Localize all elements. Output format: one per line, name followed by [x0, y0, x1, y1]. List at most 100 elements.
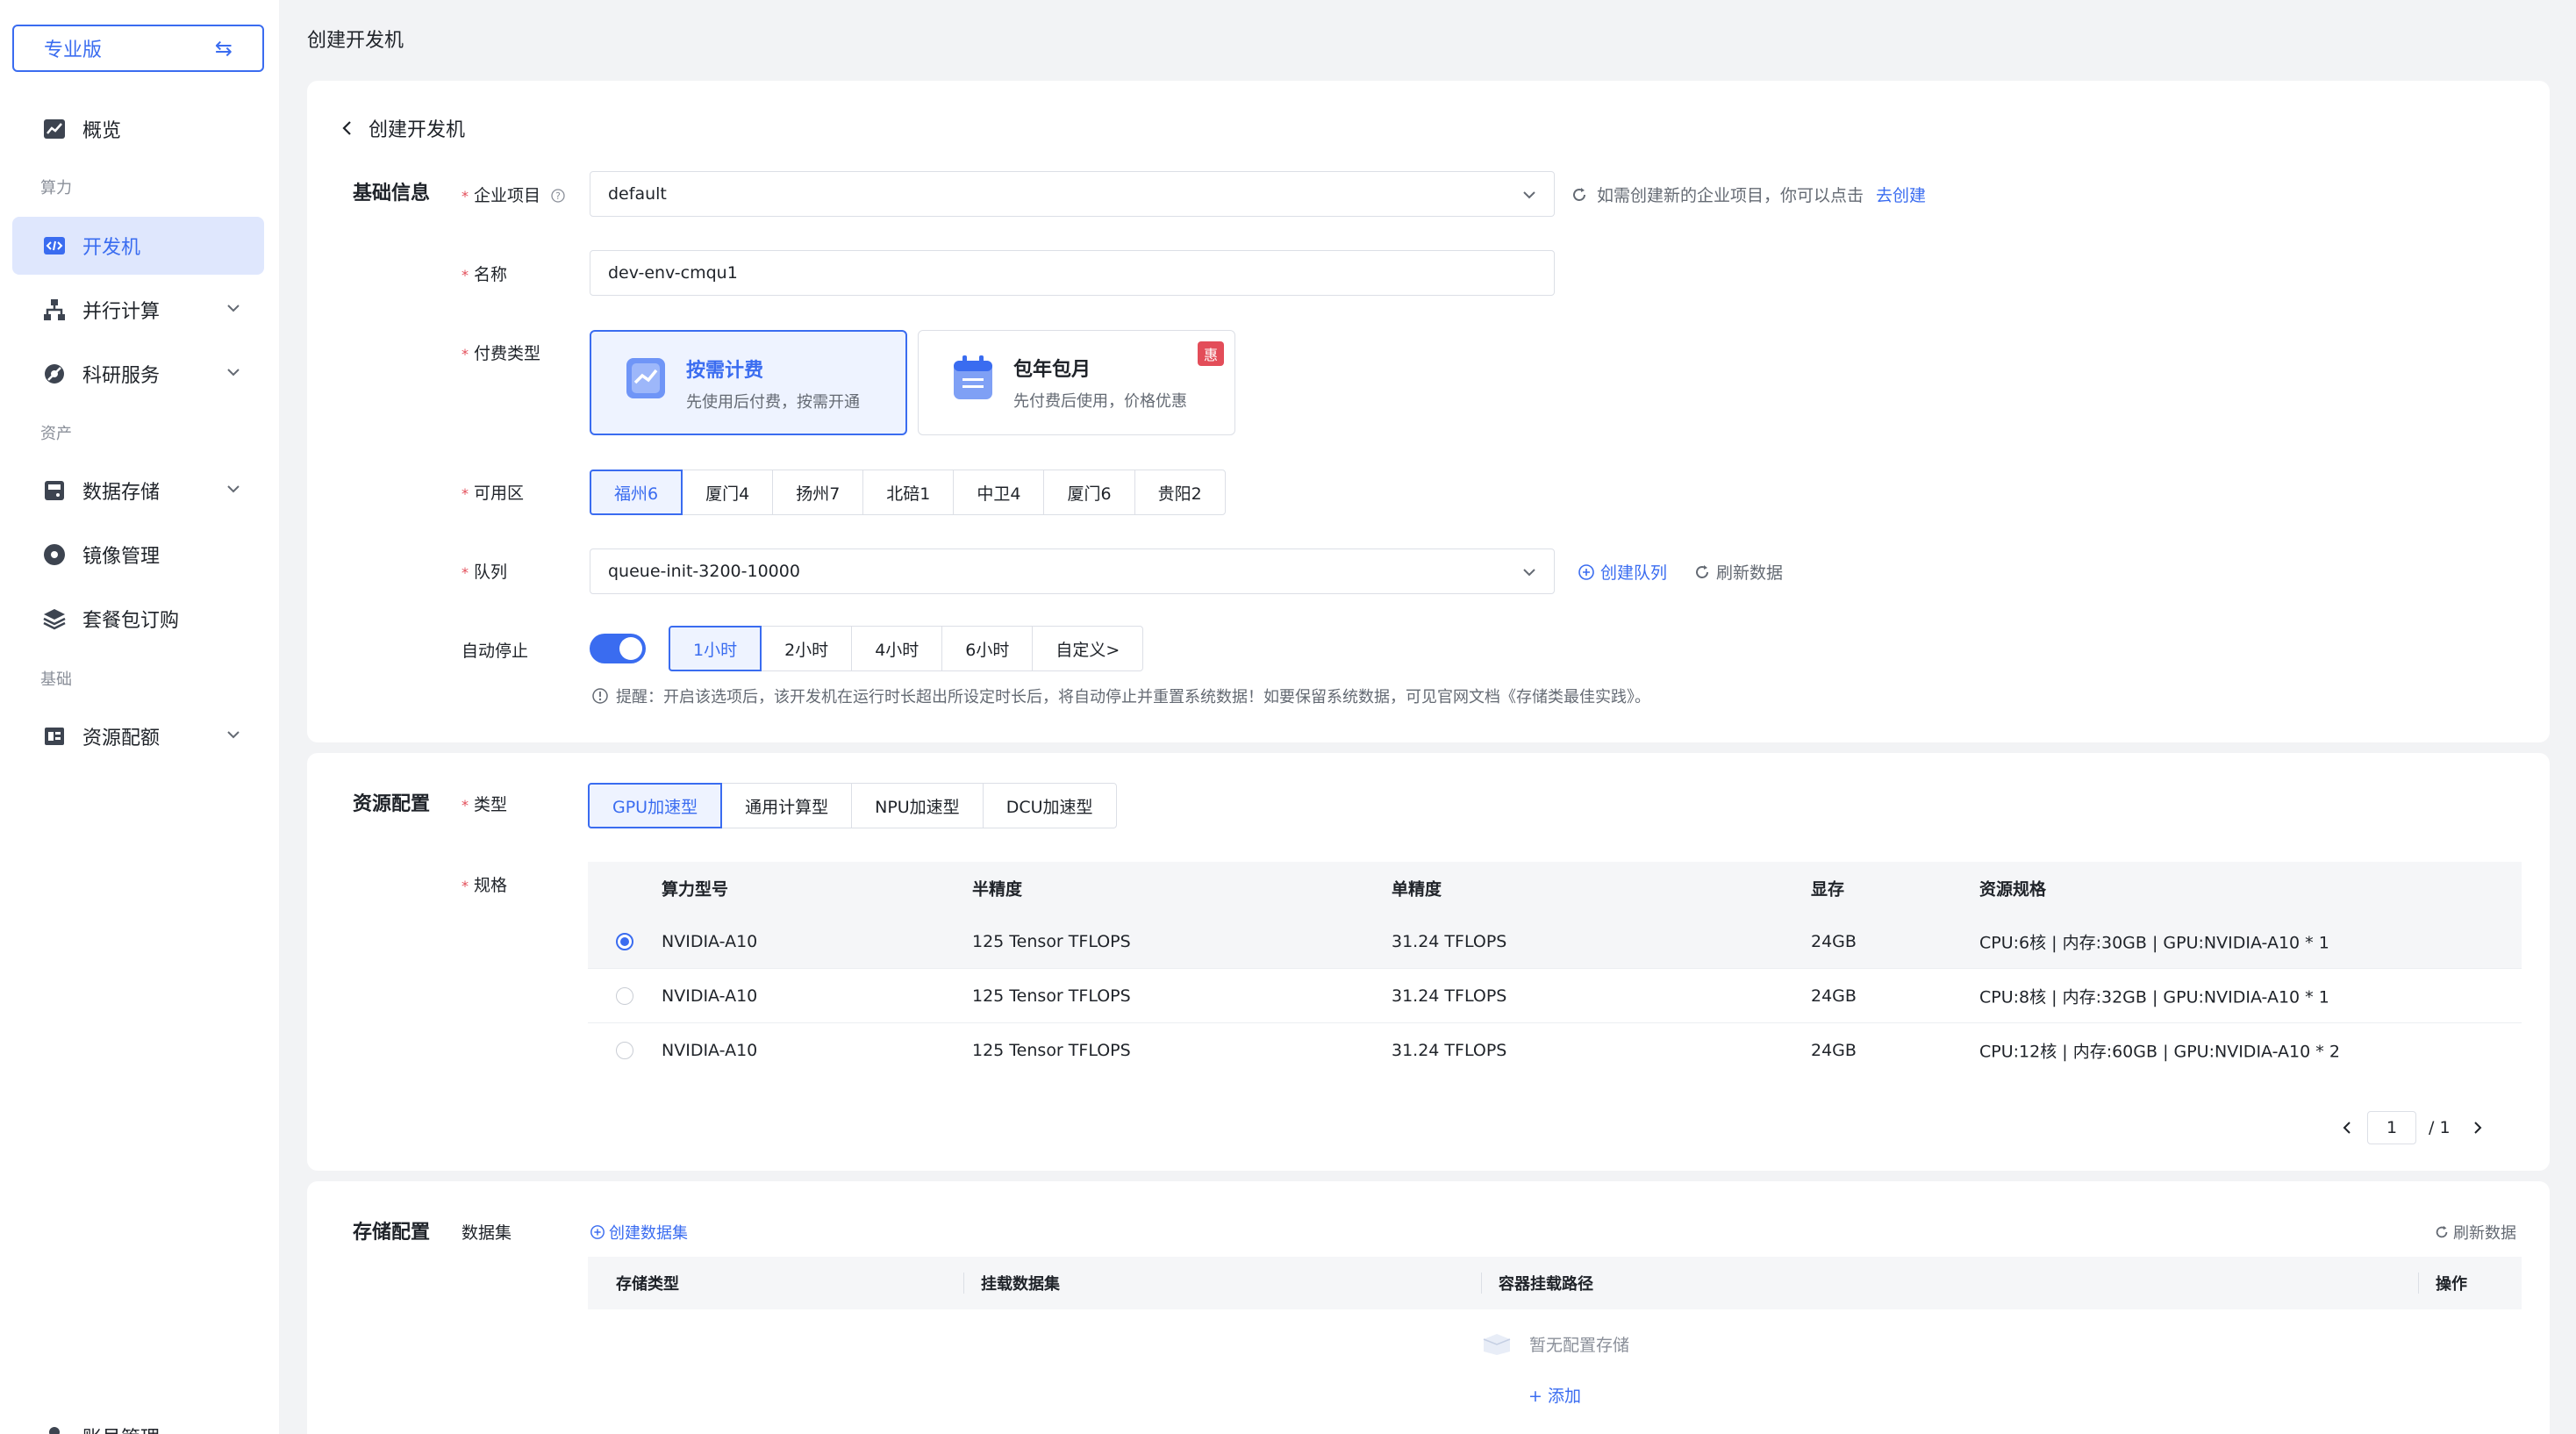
table-row[interactable]: NVIDIA-A10 125 Tensor TFLOPS 31.24 TFLOP… — [588, 1023, 2522, 1078]
name-label-text: 名称 — [474, 265, 508, 284]
sidebar-item-label: 资源配额 — [82, 728, 161, 749]
row-radio[interactable] — [616, 986, 633, 1005]
sidebar-item-label: 数据存储 — [82, 482, 161, 504]
discount-badge: 惠 — [1198, 341, 1224, 366]
zone-option[interactable]: 厦门4 — [682, 470, 774, 515]
sidebar-item-parallel[interactable]: 并行计算 — [12, 281, 264, 339]
table-header: 存储类型 挂载数据集 容器挂载路径 操作 — [588, 1257, 2522, 1309]
storage-config-card: 存储配置 数据集 创建数据集 刷新数据 存储类型 挂载数据集 容器挂载路径 操作… — [307, 1181, 2550, 1434]
edition-label: 专业版 — [44, 39, 103, 61]
sidebar-item-dev-machine[interactable]: 开发机 — [12, 217, 264, 275]
refresh-data-button[interactable]: 刷新数据 — [1693, 560, 1783, 584]
sidebar-item-storage[interactable]: 数据存储 — [12, 462, 264, 520]
resource-config-card: 资源配置 * 类型 GPU加速型 通用计算型 NPU加速型 DCU加速型 * 规格 … — [307, 753, 2550, 1171]
sidebar-item-image[interactable]: 镜像管理 — [12, 526, 264, 584]
zone-option[interactable]: 中卫4 — [953, 470, 1045, 515]
type-label-text: 类型 — [474, 795, 508, 814]
pay-type-label-text: 付费类型 — [474, 344, 541, 363]
code-icon — [42, 233, 67, 258]
autostop-option[interactable]: 6小时 — [941, 626, 1034, 671]
nav-group-compute: 算力 — [40, 179, 72, 197]
name-value: dev-env-cmqu1 — [608, 263, 738, 283]
zone-option[interactable]: 福州6 — [590, 470, 683, 515]
row-radio[interactable] — [616, 1042, 633, 1059]
chart-icon — [42, 117, 67, 141]
autostop-option[interactable]: 1小时 — [669, 626, 762, 671]
table-row[interactable]: NVIDIA-A10 125 Tensor TFLOPS 31.24 TFLOP… — [588, 969, 2522, 1023]
zone-option[interactable]: 北碚1 — [862, 470, 955, 515]
column-header: 容器挂载路径 — [1499, 1275, 1593, 1294]
chevron-down-icon — [227, 305, 240, 312]
name-input[interactable]: dev-env-cmqu1 — [590, 250, 1555, 296]
sidebar-item-quota[interactable]: 资源配额 — [12, 707, 264, 765]
disc-icon — [42, 542, 67, 567]
chevron-left-icon[interactable] — [339, 119, 356, 137]
chevron-down-icon — [1523, 569, 1535, 577]
create-queue-button[interactable]: 创建队列 — [1578, 560, 1667, 584]
table-cell: CPU:8核 | 内存:32GB | GPU:NVIDIA-A10 * 1 — [1979, 987, 2329, 1007]
table-cell: 24GB — [1811, 1041, 1857, 1060]
queue-label: * 队列 — [462, 563, 508, 582]
resource-type-option[interactable]: 通用计算型 — [721, 783, 853, 828]
table-cell: 125 Tensor TFLOPS — [972, 1041, 1131, 1060]
refresh-data-text: 刷新数据 — [1716, 563, 1784, 583]
resource-type-option[interactable]: GPU加速型 — [588, 783, 723, 828]
sidebar-item-label: 概览 — [82, 120, 122, 142]
table-row[interactable]: NVIDIA-A10 125 Tensor TFLOPS 31.24 TFLOP… — [588, 914, 2522, 969]
sidebar-item-account[interactable]: 账号管理 — [12, 1408, 264, 1434]
chevron-right-icon[interactable] — [2470, 1120, 2486, 1136]
storage-refresh-button[interactable]: 刷新数据 — [2434, 1221, 2516, 1244]
resource-type-selector: GPU加速型 通用计算型 NPU加速型 DCU加速型 — [588, 783, 1117, 828]
chevron-left-icon[interactable] — [2339, 1120, 2355, 1136]
pay-option-on-demand[interactable]: 按需计费 先使用后付费，按需开通 — [590, 330, 907, 435]
page-breadcrumb-title: 创建开发机 — [307, 30, 404, 52]
column-header: 资源规格 — [1979, 879, 2047, 900]
column-divider — [963, 1273, 964, 1294]
zone-option[interactable]: 厦门6 — [1043, 470, 1135, 515]
autostop-toggle[interactable] — [590, 634, 646, 663]
pay-option-title: 按需计费 — [686, 360, 764, 382]
add-storage-button[interactable]: + 添加 — [588, 1383, 2522, 1407]
row-radio[interactable] — [616, 932, 633, 950]
pay-option-sub: 先使用后付费，按需开通 — [686, 393, 860, 412]
autostop-option[interactable]: 4小时 — [851, 626, 943, 671]
resource-type-option[interactable]: NPU加速型 — [851, 783, 984, 828]
research-icon — [42, 362, 67, 386]
database-icon — [42, 478, 67, 503]
hierarchy-icon — [42, 298, 67, 322]
page-number-input[interactable]: 1 — [2367, 1111, 2416, 1144]
table-cell: 31.24 TFLOPS — [1392, 931, 1507, 951]
sidebar-item-overview[interactable]: 概览 — [12, 100, 264, 158]
project-select[interactable]: default — [590, 171, 1555, 217]
refresh-icon[interactable] — [1571, 186, 1588, 204]
column-header: 半精度 — [972, 879, 1023, 900]
resource-type-option[interactable]: DCU加速型 — [982, 783, 1117, 828]
sidebar-item-package[interactable]: 套餐包订购 — [12, 590, 264, 648]
table-header: 算力型号 半精度 单精度 显存 资源规格 — [588, 862, 2522, 914]
table-cell: 31.24 TFLOPS — [1392, 1041, 1507, 1060]
section-title-basic: 基础信息 — [353, 183, 431, 204]
table-cell: NVIDIA-A10 — [662, 1041, 758, 1060]
pay-option-title: 包年包月 — [1013, 359, 1091, 381]
sidebar-item-label: 账号管理 — [82, 1423, 160, 1434]
column-header: 存储类型 — [616, 1275, 679, 1294]
create-queue-text: 创建队列 — [1600, 563, 1668, 583]
column-divider — [1481, 1273, 1482, 1294]
edition-switch-button[interactable]: 专业版 ⇆ — [12, 25, 264, 72]
autostop-option[interactable]: 自定义> — [1032, 626, 1144, 671]
plus-circle-icon — [1578, 563, 1594, 580]
go-create-link[interactable]: 去创建 — [1876, 183, 1926, 206]
sidebar-item-research[interactable]: 科研服务 — [12, 345, 264, 403]
column-header: 单精度 — [1392, 879, 1442, 900]
queue-select[interactable]: queue-init-3200-10000 — [590, 549, 1555, 594]
autostop-option[interactable]: 2小时 — [761, 626, 853, 671]
section-title-storage: 存储配置 — [353, 1222, 431, 1244]
pay-option-subscription[interactable]: 包年包月 先付费后使用，价格优惠 惠 — [918, 330, 1235, 435]
help-icon[interactable]: ? — [551, 189, 565, 203]
sidebar-item-label: 套餐包订购 — [82, 610, 180, 632]
zone-option[interactable]: 贵阳2 — [1134, 470, 1226, 515]
back-header[interactable]: 创建开发机 — [339, 114, 465, 142]
nav-group-basic: 基础 — [40, 670, 72, 689]
zone-option[interactable]: 扬州7 — [772, 470, 864, 515]
create-dataset-button[interactable]: 创建数据集 — [590, 1221, 688, 1244]
